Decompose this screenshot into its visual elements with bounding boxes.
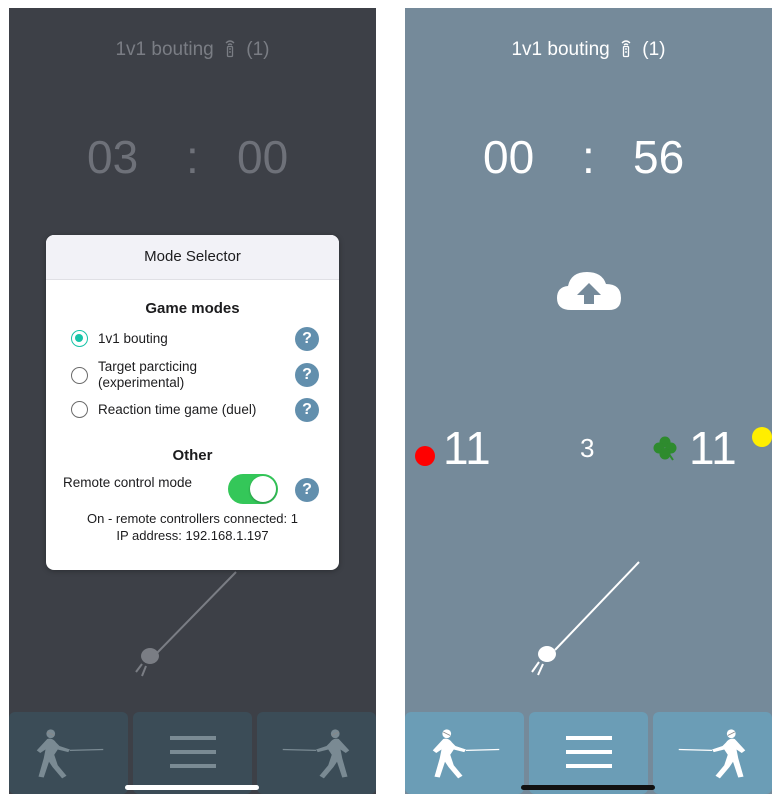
home-indicator (521, 785, 655, 790)
ip-address: IP address: 192.168.1.197 (116, 528, 269, 543)
bout-timer[interactable]: 00 : 56 (405, 130, 772, 190)
timer-separator: : (582, 131, 595, 183)
remote-control-label: Remote control mode (63, 475, 193, 490)
radio-unselected[interactable] (71, 366, 88, 384)
dialog-title: Mode Selector (46, 235, 339, 280)
timer-separator: : (186, 131, 199, 183)
timer-seconds: 00 (237, 131, 289, 183)
fencer-left-icon (35, 726, 105, 780)
mode-option-1v1[interactable]: 1v1 bouting (71, 330, 321, 347)
fencer-right-icon (677, 726, 747, 780)
remote-count: (1) (642, 39, 666, 60)
fencing-mask-sword-icon (531, 561, 640, 676)
menu-button[interactable] (529, 712, 648, 794)
help-icon[interactable]: ? (295, 363, 319, 387)
remote-control-icon (619, 38, 633, 58)
right-fencer-button[interactable] (257, 712, 376, 794)
mode-label: Target parcticing (experimental) (98, 359, 198, 390)
toggle-knob (250, 476, 276, 502)
period-counter: 3 (580, 433, 595, 463)
clover-icon (653, 436, 677, 461)
help-icon[interactable]: ? (295, 398, 319, 422)
fencer-right-icon (281, 726, 351, 780)
cloud-upload-icon[interactable] (555, 268, 623, 312)
left-fencer-lamp (415, 446, 435, 466)
bottom-toolbar (9, 712, 376, 794)
right-fencer-lamp (752, 427, 772, 447)
right-score[interactable]: 11 (689, 421, 737, 475)
bottom-toolbar (405, 712, 772, 794)
right-fencer-button[interactable] (653, 712, 772, 794)
mode-label: Reaction time game (duel) (98, 401, 257, 417)
title-text: 1v1 bouting (115, 39, 214, 60)
game-modes-heading: Game modes (145, 300, 240, 317)
radio-unselected[interactable] (71, 401, 88, 418)
fencer-left-icon (431, 726, 501, 780)
mode-option-reaction[interactable]: Reaction time game (duel) (71, 401, 321, 418)
remote-count: (1) (246, 39, 270, 60)
fencing-mask-sword-icon (135, 571, 237, 677)
help-icon[interactable]: ? (295, 478, 319, 502)
left-fencer-button[interactable] (405, 712, 524, 794)
left-fencer-button[interactable] (9, 712, 128, 794)
bout-timer[interactable]: 03 : 00 (9, 130, 376, 190)
home-indicator (125, 785, 259, 790)
right-phone-screen: 1v1 bouting (1) 00 : 56 11 3 11 (405, 8, 772, 794)
menu-button[interactable] (133, 712, 252, 794)
timer-minutes: 00 (483, 131, 535, 183)
radio-selected[interactable] (71, 330, 88, 347)
left-phone-screen: 1v1 bouting (1) 03 : 00 Mode Selector Ga… (9, 8, 376, 794)
left-score[interactable]: 11 (443, 421, 491, 475)
remote-control-icon (223, 38, 237, 58)
bout-title: 1v1 bouting (1) (9, 38, 376, 61)
mode-label: 1v1 bouting (98, 330, 168, 346)
hamburger-menu-icon (566, 736, 612, 768)
mode-selector-dialog: Mode Selector Game modes 1v1 bouting ? T… (46, 235, 339, 570)
other-heading: Other (172, 447, 213, 464)
timer-minutes: 03 (87, 131, 139, 183)
mode-option-target[interactable]: Target parcticing (experimental) (71, 359, 321, 391)
hamburger-menu-icon (170, 736, 216, 768)
remote-status: On - remote controllers connected: 1 (87, 511, 298, 526)
help-icon[interactable]: ? (295, 327, 319, 351)
title-text: 1v1 bouting (511, 39, 610, 60)
timer-seconds: 56 (633, 131, 685, 183)
bout-title: 1v1 bouting (1) (405, 38, 772, 61)
remote-control-toggle[interactable] (228, 474, 278, 504)
